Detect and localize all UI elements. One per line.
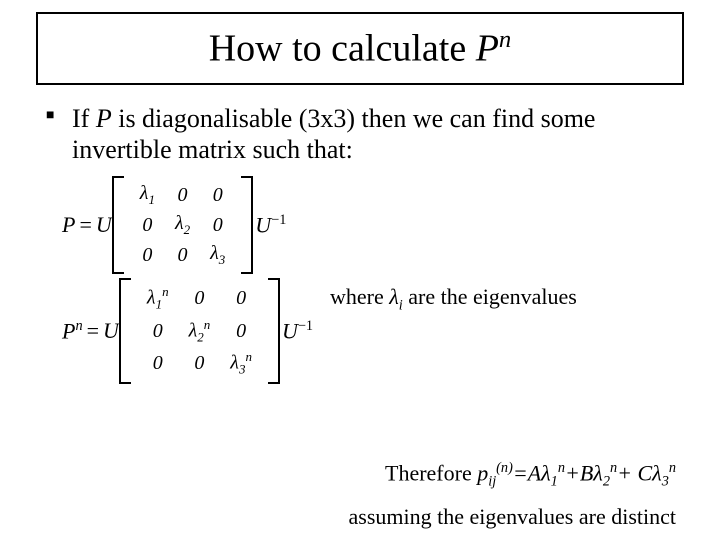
therefore-note: Therefore pij(n)=Aλ1n+Bλ2n+ Cλ3n [385, 460, 676, 491]
note2-l1: λ [541, 460, 551, 485]
title-pre: How to calculate [209, 28, 476, 70]
note2-nsup: (n) [496, 460, 513, 476]
eq1-eq: = [79, 212, 91, 238]
note2-l3: λ [652, 460, 662, 485]
equation-p: P = U λ100 0λ20 00λ3 U−1 [62, 176, 720, 274]
note2-pre: Therefore [385, 460, 477, 485]
assuming-note: assuming the eigenvalues are distinct [349, 504, 676, 530]
note2-plusC: + C [617, 460, 652, 485]
note2-p: p [477, 460, 488, 485]
note1-lambda: λ [389, 284, 399, 309]
note2-s1: 1 [551, 474, 558, 490]
page-title: How to calculate Pn [36, 12, 684, 85]
eq1-u: U [96, 212, 112, 238]
bracket-left-icon [119, 278, 131, 384]
bullet-p: P [96, 104, 112, 133]
bullet-item: If P is diagonalisable (3x3) then we can… [46, 103, 674, 166]
bracket-right-icon [241, 176, 253, 274]
eq2-matrix: λ1n00 0λ2n0 00λ3n [119, 278, 280, 384]
note2-e1: n [558, 460, 565, 476]
eq1-matrix: λ100 0λ20 00λ3 [112, 176, 254, 274]
title-sup: n [499, 26, 511, 53]
bracket-left-icon [112, 176, 124, 274]
bracket-right-icon [268, 278, 280, 384]
note2-s2: 2 [603, 474, 610, 490]
note1-pre: where [330, 284, 389, 309]
eq2-lhs-exp: n [75, 318, 82, 334]
title-var: P [476, 28, 499, 70]
eigenvalue-note: where λi are the eigenvalues [330, 284, 577, 314]
eq1-uinv-base: U [255, 212, 271, 237]
eq2-lhs: Pn [62, 318, 83, 344]
note2-plusB: +B [565, 460, 593, 485]
note2-eqA: =A [513, 460, 541, 485]
note1-post: are the eigenvalues [403, 284, 577, 309]
eq2-uinv-base: U [282, 318, 298, 343]
note2-ij: ij [488, 474, 496, 490]
eq2-uinv: U−1 [282, 318, 313, 344]
eq2-u: U [103, 318, 119, 344]
eq1-uinv-exp: −1 [271, 212, 286, 228]
note2-e3: n [669, 460, 676, 476]
bullet-mid: is diagonalisable (3x3) then we can find… [72, 104, 595, 165]
eq2-eq: = [87, 318, 99, 344]
eq1-uinv: U−1 [255, 212, 286, 238]
eq2-lhs-base: P [62, 318, 75, 343]
bullet-pre: If [72, 104, 96, 133]
note2-s3: 3 [662, 474, 669, 490]
note2-l2: λ [593, 460, 603, 485]
eq1-lhs: P [62, 212, 75, 238]
eq2-uinv-exp: −1 [298, 318, 313, 334]
